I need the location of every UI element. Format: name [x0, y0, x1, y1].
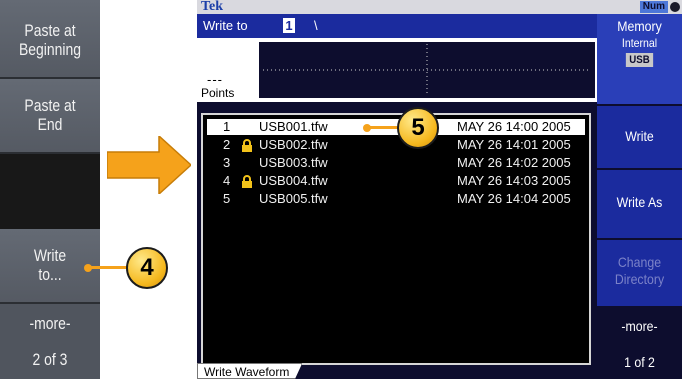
file-name: USB003.tfw: [259, 155, 328, 170]
file-date: MAY 26 14:01 2005: [457, 137, 571, 152]
softkey-label: -more-: [29, 314, 71, 333]
page-indicator-label: 1 of 2: [624, 354, 655, 370]
blank-softkey[interactable]: [0, 154, 100, 229]
waveform-plot: [259, 42, 595, 98]
page-indicator-label: 2 of 3: [32, 350, 68, 369]
more-button[interactable]: -more-: [0, 304, 100, 344]
lock-icon: [242, 139, 252, 152]
softkey-label: Write As: [616, 194, 663, 210]
memory-softkey[interactable]: Memory Internal USB: [597, 14, 682, 106]
write-to-row: Write to 1 \: [197, 14, 597, 38]
filename-cursor[interactable]: 1: [283, 18, 295, 33]
write-button[interactable]: Write: [597, 106, 682, 170]
more-button[interactable]: -more-: [597, 308, 682, 345]
paste-at-end-button[interactable]: Paste at End: [0, 79, 100, 154]
file-index: 4: [223, 173, 231, 188]
file-name: USB005.tfw: [259, 191, 328, 206]
tek-logo: Tek: [201, 0, 224, 14]
callout-5-badge: 5: [397, 107, 439, 149]
write-as-button[interactable]: Write As: [597, 170, 682, 240]
callout-5-line: [367, 126, 399, 129]
file-date: MAY 26 14:03 2005: [457, 173, 571, 188]
file-index: 5: [223, 191, 231, 206]
status-indicator-icon: [670, 2, 680, 12]
file-row[interactable]: 2 USB002.tfw MAY 26 14:01 2005: [207, 137, 585, 153]
instrument-screen: Tek Num Write to 1 \ --- Points 1 USB001…: [197, 0, 682, 379]
file-index: 2: [223, 137, 231, 152]
softkey-label: End: [37, 115, 63, 134]
left-softkey-panel: Paste at Beginning Paste at End Write to…: [0, 0, 100, 379]
change-directory-button[interactable]: Change Directory: [597, 240, 682, 308]
page-indicator: 2 of 3: [0, 344, 100, 379]
file-name: USB002.tfw: [259, 137, 328, 152]
file-list: 1 USB001.tfw MAY 26 14:00 2005 2 USB002.…: [201, 113, 591, 365]
points-value: ---: [207, 72, 223, 87]
file-name: USB001.tfw: [259, 119, 328, 134]
softkey-label: Write: [625, 128, 654, 144]
memory-title: Memory: [617, 18, 662, 34]
file-index: 3: [223, 155, 231, 170]
points-label: Points: [201, 86, 235, 100]
page-indicator: 1 of 2: [597, 345, 682, 379]
file-row[interactable]: 4 USB004.tfw MAY 26 14:03 2005: [207, 173, 585, 189]
memory-internal-option: Internal: [621, 36, 658, 50]
file-row[interactable]: 3 USB003.tfw MAY 26 14:02 2005: [207, 155, 585, 171]
num-lock-badge: Num: [639, 1, 668, 13]
softkey-label: Paste at: [24, 96, 76, 115]
paste-at-beginning-button[interactable]: Paste at Beginning: [0, 0, 100, 79]
file-date: MAY 26 14:04 2005: [457, 191, 571, 206]
softkey-label: Write: [33, 246, 67, 265]
callout-4-badge: 4: [126, 247, 168, 289]
softkey-label: -more-: [621, 318, 658, 334]
memory-usb-option: USB: [625, 53, 654, 67]
lock-icon: [242, 175, 252, 188]
waveform-preview: --- Points: [197, 38, 597, 102]
softkey-label: to...: [38, 265, 62, 284]
file-date: MAY 26 14:02 2005: [457, 155, 571, 170]
file-row[interactable]: 5 USB005.tfw MAY 26 14:04 2005: [207, 191, 585, 207]
right-arrow-icon: [107, 136, 191, 194]
path-separator: \: [314, 18, 318, 33]
file-name: USB004.tfw: [259, 173, 328, 188]
softkey-label: Change: [617, 254, 662, 270]
callout-4-line: [88, 266, 128, 269]
write-to-label: Write to: [203, 18, 248, 33]
softkey-label: Paste at: [24, 21, 76, 40]
softkey-label: Beginning: [18, 40, 82, 59]
file-date: MAY 26 14:00 2005: [457, 119, 571, 134]
file-index: 1: [223, 119, 231, 134]
softkey-label: Directory: [614, 271, 665, 287]
tab-write-waveform[interactable]: Write Waveform: [197, 363, 303, 379]
title-bar: Tek Num: [197, 0, 682, 14]
